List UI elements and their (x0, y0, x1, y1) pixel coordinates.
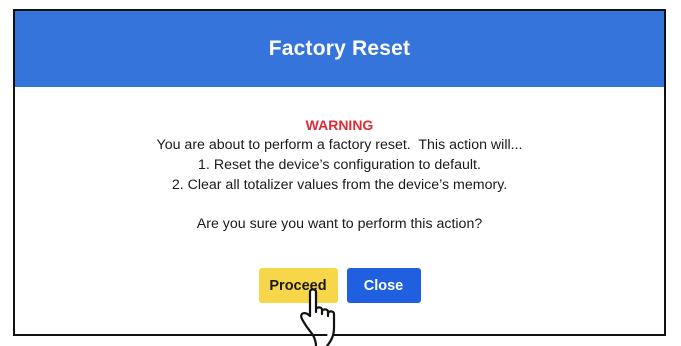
message-line-clear-totalizer: 2. Clear all totalizer values from the d… (171, 177, 508, 193)
dialog-body: WARNING You are about to perform a facto… (15, 116, 664, 234)
message-line-reset-config: 1. Reset the device’s configuration to d… (198, 157, 481, 173)
message-line-intro: You are about to perform a factory reset… (156, 137, 523, 153)
hand-pointer-icon (300, 288, 336, 346)
dialog-header: Factory Reset (15, 11, 664, 87)
close-button[interactable]: Close (346, 268, 421, 303)
dialog-title: Factory Reset (268, 37, 411, 60)
warning-label: WARNING (305, 117, 374, 133)
confirm-question: Are you sure you want to perform this ac… (196, 216, 483, 232)
